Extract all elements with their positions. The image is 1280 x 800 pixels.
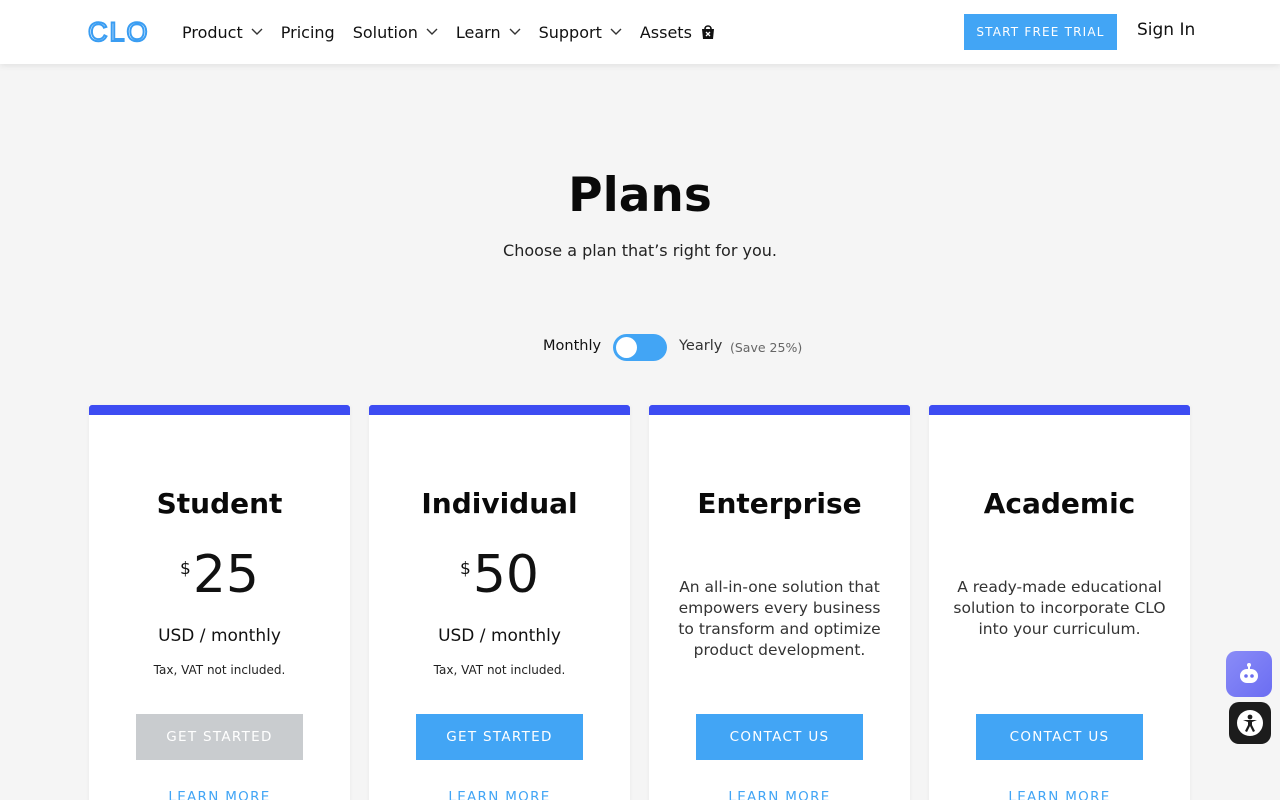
- nav-label: Assets: [639, 22, 692, 42]
- nav-solution[interactable]: Solution: [353, 23, 438, 42]
- price-amount: 25: [192, 545, 259, 605]
- tax-note: Tax, VAT not included.: [153, 663, 286, 677]
- nav-learn[interactable]: Learn: [456, 23, 521, 42]
- plan-description: An all-in-one solution that empowers eve…: [678, 578, 881, 659]
- nav-label: Learn: [455, 22, 501, 42]
- nav-label: Support: [538, 22, 602, 42]
- chevron-down-icon: [509, 26, 521, 38]
- plan-price: $ 50: [369, 549, 630, 601]
- nav-label: Pricing: [280, 22, 335, 42]
- get-started-button[interactable]: GET STARTED: [416, 714, 583, 760]
- currency-symbol: $: [460, 559, 471, 579]
- chevron-down-icon: [426, 26, 438, 38]
- clo-logo[interactable]: CLO: [87, 16, 150, 48]
- main-nav: Product Pricing Solution Learn Support A…: [182, 0, 734, 64]
- top-header: CLO Product Pricing Solution Learn Suppo…: [0, 0, 1280, 64]
- nav-product[interactable]: Product: [182, 23, 263, 42]
- start-free-trial-button[interactable]: START FREE TRIAL: [964, 14, 1117, 50]
- learn-more-link[interactable]: LEARN MORE: [649, 789, 910, 800]
- card-accent-bar: [89, 405, 350, 415]
- sign-in-link[interactable]: Sign In: [1137, 20, 1195, 40]
- contact-us-button[interactable]: CONTACT US: [976, 714, 1143, 760]
- learn-more-link[interactable]: LEARN MORE: [929, 789, 1190, 800]
- billing-period-switch[interactable]: [613, 334, 667, 361]
- tax-note: Tax, VAT not included.: [433, 663, 566, 677]
- plan-card-student: Student $ 25 USD / monthly Tax, VAT not …: [89, 405, 350, 800]
- billing-toggle: Monthly Yearly (Save 25%): [0, 333, 1280, 361]
- plan-name: Student: [156, 487, 283, 520]
- save-badge: (Save 25%): [730, 340, 803, 355]
- plan-name: Enterprise: [697, 487, 862, 520]
- plan-description: A ready-made educational solution to inc…: [953, 578, 1166, 638]
- price-unit: USD / monthly: [438, 626, 561, 646]
- plan-card-academic: Academic A ready-made educational soluti…: [929, 405, 1190, 800]
- page-title: Plans: [568, 168, 712, 223]
- plan-card-enterprise: Enterprise An all-in-one solution that e…: [649, 405, 910, 800]
- get-started-button[interactable]: GET STARTED: [136, 714, 303, 760]
- nav-label: Product: [182, 22, 243, 42]
- shopping-bag-icon: [700, 24, 716, 40]
- contact-us-button[interactable]: CONTACT US: [696, 714, 863, 760]
- plan-name: Academic: [983, 487, 1136, 520]
- card-accent-bar: [929, 405, 1190, 415]
- monthly-label[interactable]: Monthly: [543, 338, 601, 354]
- plan-price: $ 25: [89, 549, 350, 601]
- card-accent-bar: [649, 405, 910, 415]
- yearly-label[interactable]: Yearly: [679, 338, 722, 354]
- card-accent-bar: [369, 405, 630, 415]
- chevron-down-icon: [251, 26, 263, 38]
- chevron-down-icon: [610, 26, 622, 38]
- chatbot-icon[interactable]: [1226, 651, 1272, 697]
- learn-more-link[interactable]: LEARN MORE: [89, 789, 350, 800]
- nav-assets[interactable]: Assets: [640, 23, 716, 42]
- plan-card-individual: Individual $ 50 USD / monthly Tax, VAT n…: [369, 405, 630, 800]
- accessibility-icon[interactable]: [1229, 702, 1271, 744]
- nav-support[interactable]: Support: [539, 23, 622, 42]
- plan-name: Individual: [421, 487, 578, 520]
- switch-knob: [616, 337, 637, 358]
- currency-symbol: $: [180, 559, 191, 579]
- price-unit: USD / monthly: [158, 626, 281, 646]
- nav-pricing[interactable]: Pricing: [281, 23, 335, 42]
- page-subtitle: Choose a plan that’s right for you.: [503, 241, 777, 260]
- price-amount: 50: [472, 545, 539, 605]
- nav-label: Solution: [352, 22, 418, 42]
- learn-more-link[interactable]: LEARN MORE: [369, 789, 630, 800]
